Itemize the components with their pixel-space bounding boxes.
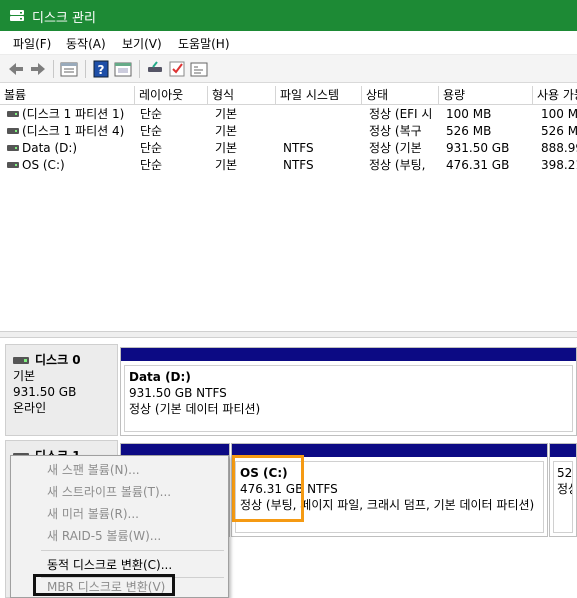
partition-band <box>550 444 576 457</box>
partition-body: Data (D:) 931.50 GB NTFS 정상 (기본 데이터 파티션) <box>124 365 573 432</box>
volume-status: 정상 (부팅, <box>369 158 426 172</box>
table-row[interactable]: Data (D:) 단순 기본 NTFS 정상 (기본 931.50 GB 88… <box>0 140 577 157</box>
toolbar-separator <box>139 60 140 78</box>
column-capacity[interactable]: 용량 <box>439 86 533 105</box>
volume-layout: 단순 <box>140 107 163 121</box>
volume-fs: NTFS <box>283 141 314 155</box>
volume-free: 398.21 <box>541 158 577 172</box>
menu-item-new-spanned-volume[interactable]: 새 스팬 볼륨(N)... <box>47 461 140 479</box>
disk-icon <box>13 356 29 364</box>
column-type[interactable]: 형식 <box>208 86 276 105</box>
disk-0-info[interactable]: 디스크 0 기본 931.50 GB 온라인 <box>5 344 118 436</box>
window-title: 디스크 관리 <box>32 11 96 26</box>
partition-body: 526 정상 <box>553 461 573 533</box>
back-icon[interactable] <box>6 59 26 79</box>
volume-name: Data (D:) <box>22 141 78 155</box>
volume-type: 기본 <box>215 158 238 172</box>
menu-view[interactable]: 보기(V) <box>122 35 162 52</box>
volume-free: 526 MB <box>541 124 577 138</box>
partition-status: 정상 <box>557 482 572 496</box>
volume-capacity: 931.50 GB <box>446 141 510 155</box>
menu-item-new-mirrored-volume[interactable]: 새 미러 볼륨(R)... <box>47 505 139 523</box>
column-filesystem[interactable]: 파일 시스템 <box>276 86 362 105</box>
mbr-item-highlight <box>33 574 175 596</box>
menu-item-new-striped-volume[interactable]: 새 스트라이프 볼륨(T)... <box>47 483 171 501</box>
check-icon[interactable] <box>167 59 187 79</box>
menu-help[interactable]: 도움말(H) <box>178 35 230 52</box>
volume-name: (디스크 1 파티션 4) <box>22 124 125 138</box>
column-free[interactable]: 사용 가능 <box>533 86 577 105</box>
column-layout[interactable]: 레이아웃 <box>135 86 208 105</box>
table-row[interactable]: OS (C:) 단순 기본 NTFS 정상 (부팅, 476.31 GB 398… <box>0 157 577 174</box>
disk-management-icon <box>10 10 24 21</box>
forward-icon[interactable] <box>28 59 48 79</box>
disk-0-size: 931.50 GB <box>13 385 77 399</box>
partition-size: 931.50 GB NTFS <box>129 386 227 400</box>
partition-size: 526 <box>557 466 573 480</box>
volume-list: (디스크 1 파티션 1) 단순 기본 정상 (EFI 시 100 MB 100… <box>0 105 577 331</box>
menu-item-convert-dynamic[interactable]: 동적 디스크로 변환(C)... <box>47 556 172 574</box>
volume-layout: 단순 <box>140 141 163 155</box>
pane-splitter[interactable] <box>0 331 577 338</box>
column-status[interactable]: 상태 <box>362 86 439 105</box>
disk-list-icon[interactable] <box>59 59 79 79</box>
volume-name: (디스크 1 파티션 1) <box>22 107 125 121</box>
volume-status: 정상 (EFI 시 <box>369 107 433 121</box>
partition-status: 정상 (기본 데이터 파티션) <box>129 402 261 416</box>
toolbar-separator <box>85 60 86 78</box>
os-partition-highlight <box>232 455 304 522</box>
volume-status: 정상 (복구 <box>369 124 422 138</box>
volume-name: OS (C:) <box>22 158 65 172</box>
volume-free: 100 MB <box>541 107 577 121</box>
volume-layout: 단순 <box>140 124 163 138</box>
drive-icon <box>7 145 19 151</box>
drive-icon <box>7 111 19 117</box>
volume-free: 888.99 <box>541 141 577 155</box>
drive-icon <box>7 162 19 168</box>
disk-0-name: 디스크 0 <box>35 353 81 367</box>
disk-0-state: 온라인 <box>13 401 47 415</box>
volume-type: 기본 <box>215 107 238 121</box>
volume-fs: NTFS <box>283 158 314 172</box>
properties-icon[interactable] <box>113 59 133 79</box>
partition-band <box>121 348 576 361</box>
drive-icon <box>7 128 19 134</box>
title-bar: 디스크 관리 <box>0 0 577 31</box>
toolbar-separator <box>53 60 54 78</box>
volume-table-header: 볼륨 레이아웃 형식 파일 시스템 상태 용량 사용 가능 <box>0 86 577 105</box>
volume-type: 기본 <box>215 124 238 138</box>
menu-file[interactable]: 파일(F) <box>13 35 51 52</box>
help-icon[interactable]: ? <box>91 59 111 79</box>
volume-layout: 단순 <box>140 158 163 172</box>
disk-0-type: 기본 <box>13 369 36 383</box>
volume-capacity: 476.31 GB <box>446 158 510 172</box>
volume-capacity: 100 MB <box>446 107 492 121</box>
connect-icon[interactable] <box>145 59 165 79</box>
svg-text:?: ? <box>98 63 105 77</box>
menu-item-new-raid5-volume[interactable]: 새 RAID-5 볼륨(W)... <box>47 527 161 545</box>
menu-bar: 파일(F) 동작(A) 보기(V) 도움말(H) <box>0 31 577 55</box>
partition-name: Data (D:) <box>129 370 191 384</box>
disk-0-title: 디스크 0 <box>13 352 110 368</box>
table-row[interactable]: (디스크 1 파티션 1) 단순 기본 정상 (EFI 시 100 MB 100… <box>0 106 577 123</box>
volume-type: 기본 <box>215 141 238 155</box>
volume-capacity: 526 MB <box>446 124 492 138</box>
partition-recovery[interactable]: 526 정상 <box>549 443 577 537</box>
toolbar: ? <box>0 55 577 83</box>
partition-data-d[interactable]: Data (D:) 931.50 GB NTFS 정상 (기본 데이터 파티션) <box>120 347 577 436</box>
menu-separator <box>41 550 224 551</box>
console-icon[interactable] <box>189 59 209 79</box>
menu-action[interactable]: 동작(A) <box>66 35 106 52</box>
volume-status: 정상 (기본 <box>369 141 422 155</box>
column-volume[interactable]: 볼륨 <box>0 86 135 105</box>
table-row[interactable]: (디스크 1 파티션 4) 단순 기본 정상 (복구 526 MB 526 MB <box>0 123 577 140</box>
